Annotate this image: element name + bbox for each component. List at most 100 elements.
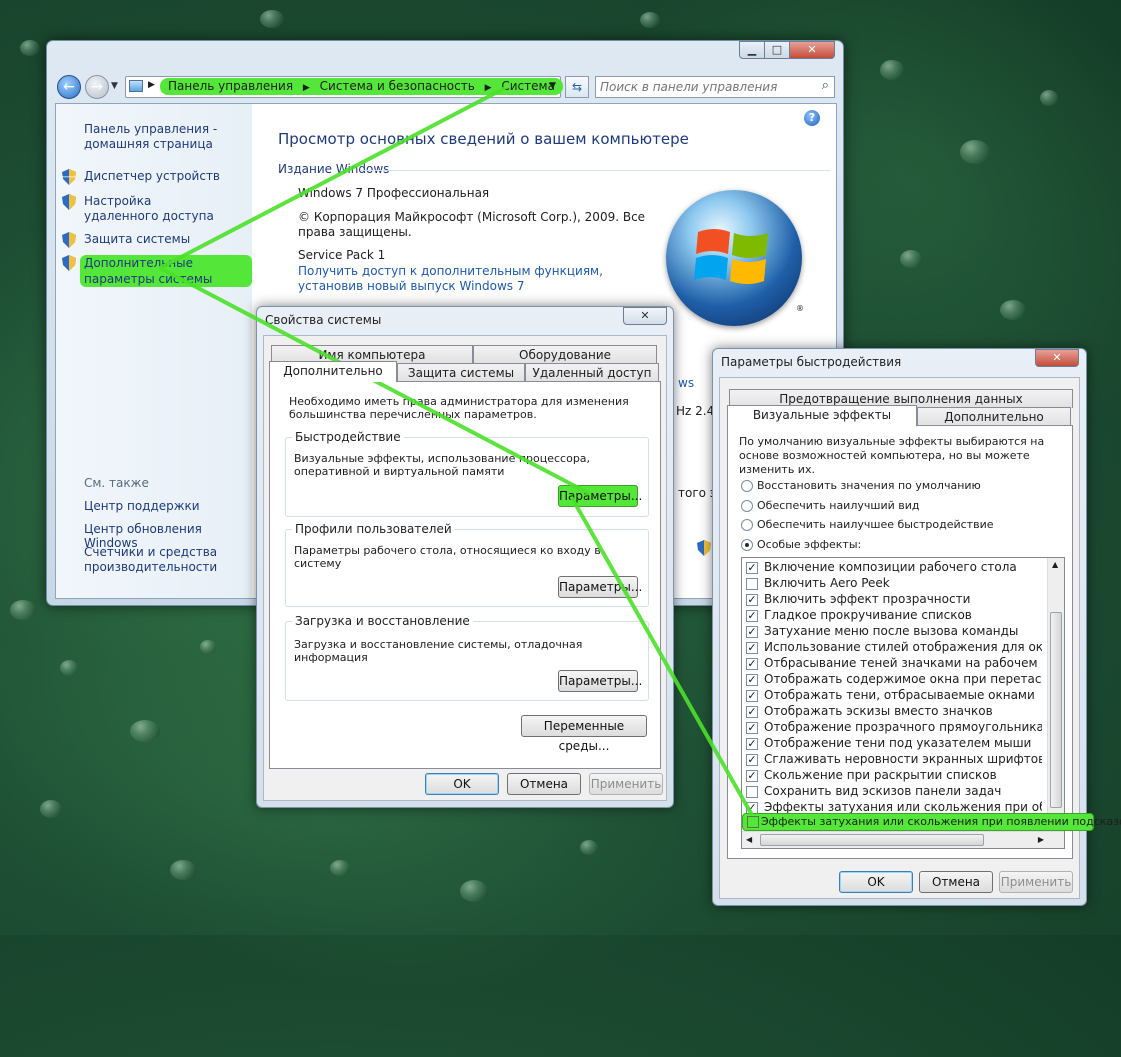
checkbox[interactable] xyxy=(747,816,759,828)
radio-button[interactable] xyxy=(741,500,753,512)
radio-custom[interactable]: Особые эффекты: xyxy=(741,538,1061,554)
sidebar-item-system-protection[interactable]: Защита системы xyxy=(62,232,248,248)
performance-settings-button[interactable]: Параметры... xyxy=(558,485,642,507)
scrollbar-thumb[interactable] xyxy=(760,834,984,846)
breadcrumb-separator-icon: ▶ xyxy=(302,83,310,93)
cancel-button[interactable]: Отмена xyxy=(919,871,993,893)
effect-item[interactable]: ✓ Отображение тени под указателем мыши xyxy=(742,736,1042,752)
effect-item[interactable]: Включить Aero Peek xyxy=(742,576,1042,592)
water-drop xyxy=(20,40,40,56)
cancel-button[interactable]: Отмена xyxy=(507,773,581,795)
startup-recovery-settings-button[interactable]: Параметры... xyxy=(558,670,642,692)
vertical-scrollbar[interactable]: ▲ ▼ xyxy=(1047,558,1064,832)
effect-item[interactable]: ✓ Сглаживать неровности экранных шрифтов xyxy=(742,752,1042,768)
history-dropdown-icon[interactable]: ▼ xyxy=(111,81,118,91)
close-button[interactable]: ✕ xyxy=(1035,349,1079,367)
close-button[interactable]: ✕ xyxy=(623,307,667,325)
scroll-right-icon[interactable]: ▶ xyxy=(1038,835,1044,844)
checkbox[interactable]: ✓ xyxy=(746,738,758,750)
highlighted-effect-item[interactable]: Эффекты затухания или скольжения при поя… xyxy=(742,813,1121,831)
sidebar-item-device-manager[interactable]: Диспетчер устройств xyxy=(62,169,248,185)
address-bar[interactable]: ▶ Панель управления ▶ Система и безопасн… xyxy=(125,76,563,98)
checkbox[interactable]: ✓ xyxy=(746,674,758,686)
effect-item[interactable]: ✓ Затухание меню после вызова команды xyxy=(742,624,1042,640)
radio-button[interactable] xyxy=(741,480,753,492)
breadcrumb-item-system[interactable]: Система xyxy=(501,79,555,93)
effect-item[interactable]: ✓ Использование стилей отображения для ок… xyxy=(742,640,1042,656)
checkbox[interactable]: ✓ xyxy=(746,658,758,670)
ok-button[interactable]: OK xyxy=(839,871,913,893)
tab-remote[interactable]: Удаленный доступ xyxy=(525,363,659,382)
effect-item[interactable]: Сохранить вид эскизов панели задач xyxy=(742,784,1042,800)
effect-item[interactable]: ✓ Включить эффект прозрачности xyxy=(742,592,1042,608)
shield-icon xyxy=(697,540,711,556)
trademark-mark: ® xyxy=(796,304,804,313)
effect-item[interactable]: ✓ Отображать содержимое окна при перетаск… xyxy=(742,672,1042,688)
group-text: Параметры рабочего стола, относящиеся ко… xyxy=(294,544,601,570)
checkbox[interactable]: ✓ xyxy=(746,610,758,622)
sidebar-item-advanced-settings[interactable]: Дополнительные параметры системы xyxy=(62,255,252,289)
see-also-action-center[interactable]: Центр поддержки xyxy=(84,499,200,513)
checkbox[interactable]: ✓ xyxy=(746,706,758,718)
sidebar: Панель управления - домашняя страница Ди… xyxy=(56,104,252,598)
back-button[interactable]: ← xyxy=(57,75,81,99)
apply-button[interactable]: Применить xyxy=(589,773,663,795)
horizontal-scrollbar[interactable]: ◀ ▶ xyxy=(742,831,1064,848)
forward-button[interactable]: → xyxy=(85,75,109,99)
tab-advanced[interactable]: Дополнительно xyxy=(917,407,1071,426)
see-also-performance[interactable]: Счетчики и средства производительности xyxy=(84,545,234,575)
checkbox[interactable]: ✓ xyxy=(746,770,758,782)
effects-list[interactable]: ✓ Включение композиции рабочего стола Вклю… xyxy=(741,557,1065,849)
radio-button[interactable] xyxy=(741,519,753,531)
environment-variables-button[interactable]: Переменные среды... xyxy=(521,715,647,753)
search-box[interactable]: ⌕ xyxy=(595,76,835,98)
checkbox[interactable] xyxy=(746,786,758,798)
sidebar-home-link[interactable]: Панель управления - домашняя страница xyxy=(84,122,234,152)
tab-hardware[interactable]: Оборудование xyxy=(473,345,657,364)
ok-button[interactable]: OK xyxy=(425,773,499,795)
scrollbar-thumb[interactable] xyxy=(1050,612,1062,808)
search-icon[interactable]: ⌕ xyxy=(822,78,829,93)
help-icon[interactable]: ? xyxy=(804,110,820,126)
address-dropdown-icon[interactable]: ▼ xyxy=(549,81,556,91)
effect-label: Включить Aero Peek xyxy=(764,576,890,590)
checkbox[interactable]: ✓ xyxy=(746,754,758,766)
minimize-button[interactable]: ▁ xyxy=(739,41,765,59)
breadcrumb-item-control-panel[interactable]: Панель управления xyxy=(168,79,293,93)
effect-item[interactable]: ✓ Отбрасывание теней значками на рабочем … xyxy=(742,656,1042,672)
maximize-button[interactable]: □ xyxy=(764,41,790,59)
effect-label: Эффекты затухания или скольжения при поя… xyxy=(761,815,1121,828)
checkbox[interactable]: ✓ xyxy=(746,594,758,606)
sidebar-item-remote-settings[interactable]: Настройка удаленного доступа xyxy=(62,194,248,226)
close-button[interactable]: ✕ xyxy=(789,41,835,59)
effect-item[interactable]: ✓ Скольжение при раскрытии списков xyxy=(742,768,1042,784)
breadcrumb-item-system-security[interactable]: Система и безопасность xyxy=(320,79,475,93)
radio-button[interactable] xyxy=(741,539,753,551)
tab-advanced[interactable]: Дополнительно xyxy=(269,361,397,382)
upgrade-link[interactable]: Получить доступ к дополнительным функция… xyxy=(298,264,658,294)
checkbox[interactable]: ✓ xyxy=(746,690,758,702)
checkbox[interactable]: ✓ xyxy=(746,626,758,638)
effect-item[interactable]: ✓ Гладкое прокручивание списков xyxy=(742,608,1042,624)
checkbox[interactable] xyxy=(746,578,758,590)
scroll-left-icon[interactable]: ◀ xyxy=(746,835,752,844)
effect-label: Отображать тени, отбрасываемые окнами xyxy=(764,688,1035,702)
tab-visual-effects[interactable]: Визуальные эффекты xyxy=(727,405,917,426)
radio-default[interactable]: Восстановить значения по умолчанию xyxy=(741,479,1061,495)
tab-system-protection[interactable]: Защита системы xyxy=(397,363,525,382)
user-profiles-settings-button[interactable]: Параметры... xyxy=(558,576,642,598)
effect-item[interactable]: ✓ Отображать эскизы вместо значков xyxy=(742,704,1042,720)
apply-button[interactable]: Применить xyxy=(999,871,1073,893)
effect-item[interactable]: ✓ Отображать тени, отбрасываемые окнами xyxy=(742,688,1042,704)
radio-best-appearance[interactable]: Обеспечить наилучший вид xyxy=(741,499,1061,515)
checkbox[interactable]: ✓ xyxy=(746,642,758,654)
checkbox[interactable]: ✓ xyxy=(746,722,758,734)
refresh-button[interactable]: ⇆ xyxy=(565,76,589,98)
water-drop xyxy=(900,250,922,268)
checkbox[interactable]: ✓ xyxy=(746,562,758,574)
effect-item[interactable]: ✓ Отображение прозрачного прямоугольника … xyxy=(742,720,1042,736)
scroll-up-icon[interactable]: ▲ xyxy=(1052,560,1058,569)
radio-best-performance[interactable]: Обеспечить наилучшее быстродействие xyxy=(741,518,1061,534)
effect-item[interactable]: ✓ Включение композиции рабочего стола xyxy=(742,560,1042,576)
search-input[interactable] xyxy=(600,79,810,95)
